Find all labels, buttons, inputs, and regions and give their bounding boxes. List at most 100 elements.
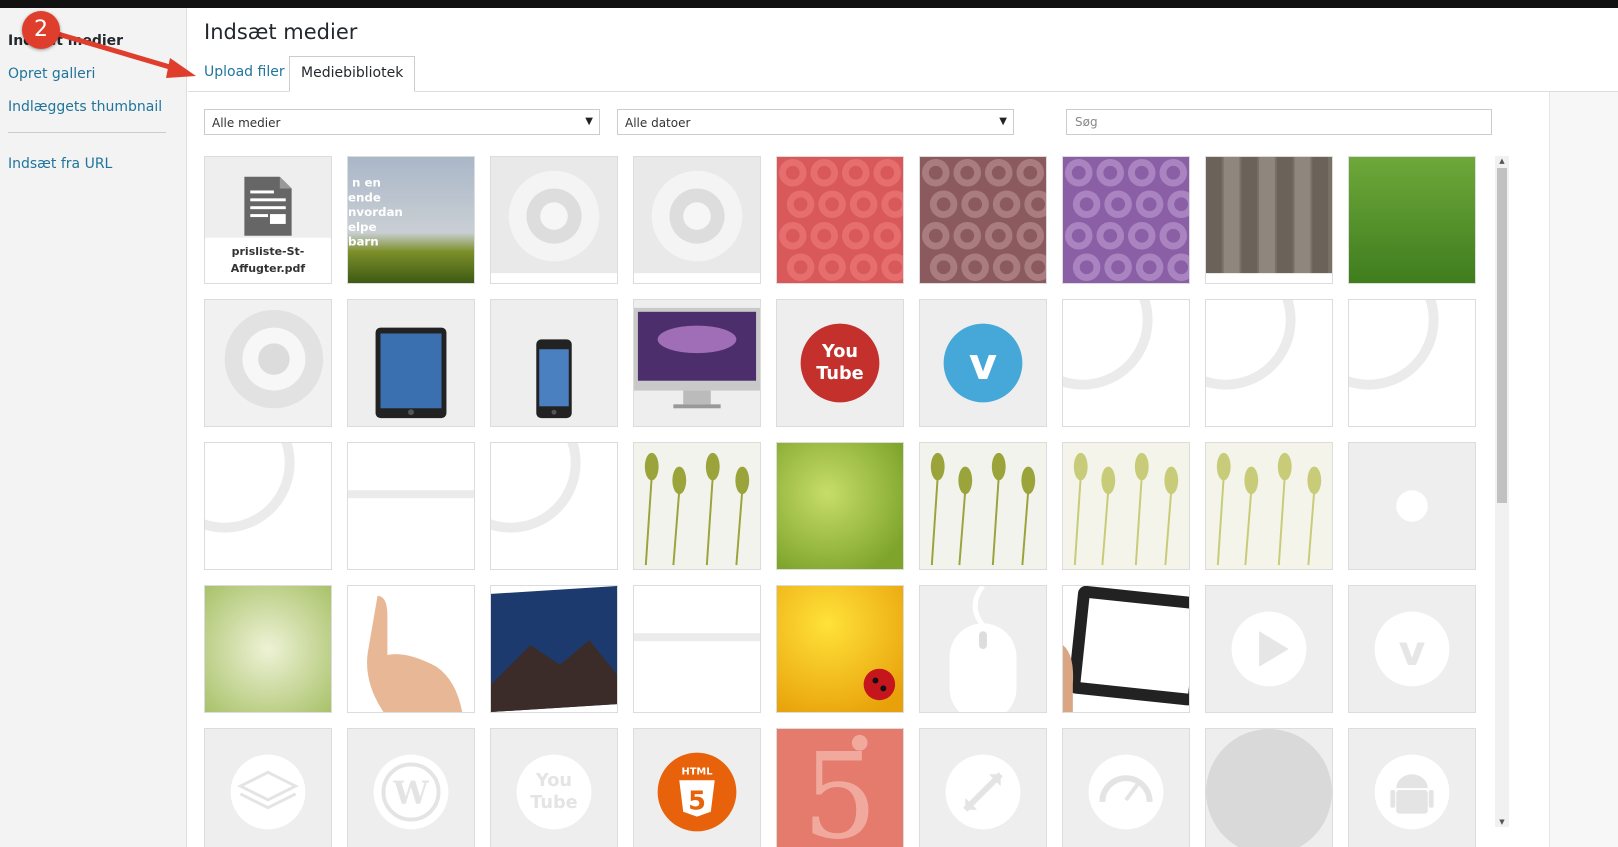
media-sidebar: Indsæt medier Opret galleri Indlæggets t… xyxy=(0,8,187,847)
media-item-purple-roses[interactable] xyxy=(1062,156,1190,284)
tab-upload-files[interactable]: Upload filer xyxy=(204,64,285,80)
sidebar-item-create-gallery[interactable]: Opret galleri xyxy=(8,66,95,82)
media-item-mountain-night[interactable] xyxy=(490,585,618,713)
media-item-red-five[interactable]: 5 xyxy=(776,728,904,847)
chevron-down-icon: ▼ xyxy=(999,116,1007,127)
media-item-wood-planks[interactable] xyxy=(1205,156,1333,284)
line-shape-thumbnail xyxy=(348,443,474,569)
media-item-vimeo-logo[interactable]: v xyxy=(919,299,1047,427)
play-icon xyxy=(1206,586,1332,712)
media-item-android-icon[interactable] xyxy=(1348,728,1476,847)
media-item-pink-roses[interactable] xyxy=(919,156,1047,284)
media-item-white-rose-watermark[interactable] xyxy=(633,156,761,284)
scrollbar-thumb[interactable] xyxy=(1497,168,1507,503)
green-bokeh-thumbnail xyxy=(777,443,903,569)
media-item-wheat-stalks-blur[interactable] xyxy=(1205,442,1333,570)
media-item-wheat-stalks[interactable] xyxy=(633,442,761,570)
svg-text:Tube: Tube xyxy=(816,364,863,384)
wood-planks-thumbnail xyxy=(1206,157,1332,283)
media-item-pdf-document-icon[interactable]: prisliste-St-Affugter.pdf xyxy=(204,156,332,284)
svg-text:5: 5 xyxy=(688,787,706,817)
media-browser: Alle medier ▼ Alle datoer ▼ prisliste-St… xyxy=(188,92,1549,847)
media-item-yellow-ladybug[interactable] xyxy=(776,585,904,713)
media-item-arc-shape[interactable] xyxy=(1205,299,1333,427)
media-item-wordpress-icon[interactable]: W xyxy=(347,728,475,847)
tab-media-library[interactable]: Mediebibliotek xyxy=(289,56,416,92)
scroll-down-icon[interactable]: ▼ xyxy=(1495,817,1509,827)
white-flower-thumbnail xyxy=(205,300,331,426)
chevron-down-icon: ▼ xyxy=(585,116,593,127)
svg-text:You: You xyxy=(821,342,858,362)
media-item-imac[interactable] xyxy=(633,299,761,427)
arc-shape-thumbnail xyxy=(205,443,331,569)
media-item-arc-shape[interactable] xyxy=(490,442,618,570)
media-item-filename: prisliste-St-Affugter.pdf xyxy=(230,245,306,275)
pink-roses-thumbnail xyxy=(920,157,1046,283)
green-grass-thumbnail xyxy=(1349,157,1475,283)
scroll-up-icon[interactable]: ▲ xyxy=(1495,156,1509,166)
svg-text:nvordan: nvordan xyxy=(348,205,403,219)
media-item-arc-shape[interactable] xyxy=(1062,299,1190,427)
imac-thumbnail xyxy=(634,300,760,426)
white-dot-thumbnail xyxy=(1349,443,1475,569)
media-item-ipad[interactable] xyxy=(347,299,475,427)
media-date-select[interactable]: Alle datoer ▼ xyxy=(617,109,1014,135)
media-item-arc-shape[interactable] xyxy=(1348,299,1476,427)
media-item-html5-logo[interactable]: HTML 5 xyxy=(633,728,761,847)
svg-text:barn: barn xyxy=(348,235,379,249)
media-item-line-shape[interactable] xyxy=(347,442,475,570)
sidebar-item-featured-thumbnail[interactable]: Indlæggets thumbnail xyxy=(8,99,162,115)
media-item-gray-circle[interactable] xyxy=(1205,728,1333,847)
iphone-thumbnail xyxy=(491,300,617,426)
media-frame: Indsæt medier Upload filer Mediebibliote… xyxy=(188,8,1618,847)
svg-text:W: W xyxy=(392,775,429,812)
svg-text:You: You xyxy=(535,771,572,791)
media-item-wheat-stalks[interactable] xyxy=(919,442,1047,570)
media-item-mouse-outline[interactable] xyxy=(919,585,1047,713)
media-item-tablet-hand[interactable] xyxy=(1062,585,1190,713)
step-number-badge: 2 xyxy=(22,11,60,49)
media-item-red-roses[interactable] xyxy=(776,156,904,284)
media-item-iphone[interactable] xyxy=(490,299,618,427)
media-item-layers-icon[interactable] xyxy=(204,728,332,847)
arc-shape-thumbnail xyxy=(1063,300,1189,426)
media-grid-scrollbar[interactable]: ▲ ▼ xyxy=(1495,156,1509,827)
android-icon xyxy=(1349,729,1475,847)
media-item-arc-shape[interactable] xyxy=(204,442,332,570)
arc-shape-thumbnail xyxy=(491,443,617,569)
wheat-stalks-thumbnail xyxy=(634,443,760,569)
media-item-vimeo-icon[interactable]: v xyxy=(1348,585,1476,713)
vimeo-icon: v xyxy=(1349,586,1475,712)
media-item-white-flower[interactable] xyxy=(204,299,332,427)
media-item-text-landscape[interactable]: n en ende nvordan elpe barn xyxy=(347,156,475,284)
yellow-ladybug-thumbnail xyxy=(777,586,903,712)
youtube-icon: YouTube xyxy=(491,729,617,847)
media-item-speedometer-icon[interactable] xyxy=(1062,728,1190,847)
media-item-green-grass[interactable] xyxy=(1348,156,1476,284)
media-item-white-dot[interactable] xyxy=(1348,442,1476,570)
media-item-green-bokeh-light[interactable] xyxy=(204,585,332,713)
svg-text:Tube: Tube xyxy=(530,793,577,813)
expand-icon xyxy=(920,729,1046,847)
media-type-select[interactable]: Alle medier ▼ xyxy=(204,109,600,135)
media-item-green-bokeh[interactable] xyxy=(776,442,904,570)
media-item-play-icon[interactable] xyxy=(1205,585,1333,713)
wordpress-icon: W xyxy=(348,729,474,847)
media-item-youtube-icon[interactable]: You Tube xyxy=(490,728,618,847)
media-item-line-shape[interactable] xyxy=(633,585,761,713)
sidebar-item-insert-from-url[interactable]: Indsæt fra URL xyxy=(8,156,112,172)
media-sidebar-right xyxy=(1549,92,1618,847)
media-item-hand-pointing[interactable] xyxy=(347,585,475,713)
media-item-expand-icon[interactable] xyxy=(919,728,1047,847)
media-item-white-rose-watermark[interactable] xyxy=(490,156,618,284)
media-item-wheat-stalks-blur[interactable] xyxy=(1062,442,1190,570)
tablet-hand-thumbnail xyxy=(1063,586,1189,712)
white-rose-watermark-thumbnail xyxy=(491,157,617,283)
media-item-youtube-logo[interactable]: You Tube xyxy=(776,299,904,427)
top-dark-bar xyxy=(0,0,1618,8)
layers-icon xyxy=(205,729,331,847)
wheat-stalks-thumbnail xyxy=(920,443,1046,569)
search-input[interactable] xyxy=(1066,109,1492,135)
page-title: Indsæt medier xyxy=(204,20,358,44)
hand-pointing-thumbnail xyxy=(348,586,474,712)
